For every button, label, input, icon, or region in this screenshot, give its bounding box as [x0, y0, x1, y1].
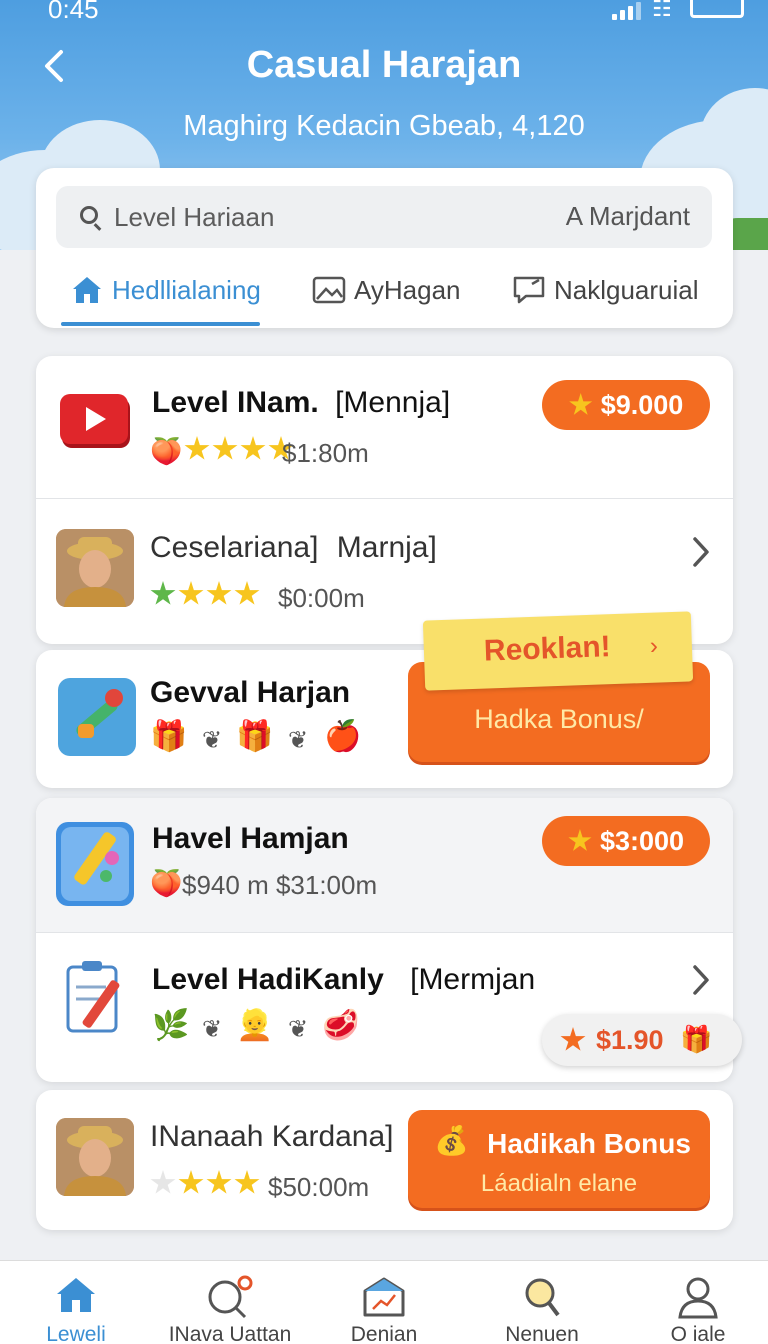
- star-icon: [560, 1027, 586, 1051]
- wifi-icon: ☷: [652, 0, 672, 21]
- chevron-right-icon[interactable]: [690, 963, 712, 997]
- bonus-button[interactable]: 💰 Hadikah Bonus Láadialn elane: [408, 1110, 710, 1208]
- row-title: INanaah Kardana]: [150, 1120, 394, 1153]
- chevron-right-icon: ›: [649, 632, 659, 660]
- star-icon: [206, 581, 232, 605]
- list-item[interactable]: Level INam. [Mennja] 🍑 $1:80m $9.000: [36, 356, 733, 498]
- magnifier-icon: [525, 1278, 560, 1317]
- row-title: Level HadiKanly [Mermjan: [152, 963, 536, 996]
- row-meta: $940 m $31:00m: [182, 870, 378, 900]
- image-icon: [312, 276, 346, 304]
- page-subtitle: Maghirg Kedacin Gbeab, 4,120: [183, 110, 585, 142]
- tab-home[interactable]: Hedllialaning: [70, 270, 261, 310]
- row-title: Havel Hamjan: [152, 822, 349, 855]
- chevron-right-icon[interactable]: [690, 535, 712, 569]
- star-icon: [178, 1170, 204, 1194]
- star-icon: [234, 1170, 260, 1194]
- search-notification-icon: [208, 1275, 253, 1319]
- reward-pill[interactable]: $1.90 🎁: [542, 1014, 742, 1066]
- star-icon: [240, 436, 266, 460]
- dumpling-icon: 🥩: [322, 1009, 360, 1042]
- status-time: 0:45: [48, 0, 99, 24]
- active-tab-indicator: [61, 322, 260, 326]
- row-title: Ceselariana] Marnja]: [150, 531, 437, 564]
- sparkle-icon: ❦: [288, 1016, 309, 1043]
- star-icon: [569, 393, 593, 415]
- sparkle-icon: ❦: [202, 727, 223, 754]
- level-card: Level INam. [Mennja] 🍑 $1:80m $9.000 Ces…: [36, 356, 733, 644]
- rating-stars: [150, 1170, 260, 1196]
- star-icon: [234, 581, 260, 605]
- battery-icon: [690, 0, 744, 18]
- level-card[interactable]: INanaah Kardana] $50:00m 💰 Hadikah Bonus…: [36, 1090, 733, 1230]
- star-icon: [150, 581, 176, 605]
- rating-stars: [150, 581, 260, 607]
- star-icon: [212, 436, 238, 460]
- fruit-icon: 🍑: [150, 868, 183, 898]
- nav-nenuen[interactable]: Nenuen: [472, 1261, 612, 1344]
- home-icon: [57, 1278, 95, 1312]
- price-badge[interactable]: $3:000: [542, 816, 710, 866]
- search-input[interactable]: [114, 201, 454, 233]
- tab-label: Naklguaruial: [554, 274, 699, 305]
- profile-icon: [678, 1277, 718, 1319]
- avatar: [56, 1118, 134, 1196]
- list-item[interactable]: Havel Hamjan 🍑 $940 m $31:00m $3:000: [36, 798, 733, 932]
- bottom-nav: Leweli INava Uattan Denian Nenuen O iale: [0, 1260, 768, 1344]
- star-icon: [206, 1170, 232, 1194]
- reward-ribbon-button[interactable]: Reoklan! ›: [422, 611, 694, 691]
- row-meta: $0:00m: [278, 583, 365, 613]
- nav-denian[interactable]: Denian: [314, 1261, 454, 1344]
- flowers-icon: 🌿: [152, 1009, 190, 1042]
- pencil-app-icon: [56, 822, 134, 906]
- star-icon: [184, 436, 210, 460]
- search-bar[interactable]: A Marjdant: [56, 186, 712, 248]
- home-icon: [73, 277, 101, 303]
- fruit-icon: 🍑: [150, 436, 183, 466]
- tab-label: AyHagan: [354, 274, 461, 305]
- tab-messages[interactable]: Naklguaruial: [512, 270, 699, 310]
- rating-stars: [184, 436, 294, 462]
- video-play-icon: [60, 394, 130, 448]
- star-icon: [150, 1170, 176, 1194]
- character-icon: 👱: [236, 1009, 274, 1042]
- row-meta: $50:00m: [268, 1172, 370, 1202]
- sparkle-icon: ❦: [202, 1016, 223, 1043]
- star-icon: [568, 829, 592, 851]
- page-title: Casual Harajan: [246, 44, 522, 86]
- row-meta: $1:80m: [282, 438, 369, 468]
- clipboard-pencil-icon: [66, 961, 120, 1033]
- apple-icon: 🍎: [324, 720, 362, 753]
- price-badge[interactable]: $9.000: [542, 380, 710, 430]
- star-icon: [178, 581, 204, 605]
- gift-box-icon: 🎁: [236, 720, 274, 753]
- message-icon: [513, 276, 545, 304]
- status-bar: 0:45 ☷: [0, 0, 768, 24]
- gift-icon: 🎁: [150, 720, 188, 753]
- tools-icon: [58, 678, 136, 756]
- nav-home[interactable]: Leweli: [6, 1261, 146, 1344]
- nav-profile[interactable]: O iale: [628, 1261, 768, 1344]
- house-chart-icon: [363, 1277, 405, 1317]
- search-filter-label[interactable]: A Marjdant: [566, 201, 690, 232]
- tab-label: Hedllialaning: [112, 274, 261, 305]
- avatar: [56, 529, 134, 607]
- search-icon: [80, 206, 98, 224]
- row-title: Level INam. [Mennja]: [152, 386, 451, 419]
- tab-gallery[interactable]: AyHagan: [312, 270, 461, 310]
- row-title: Gevval Harjan: [150, 676, 351, 709]
- signal-icon: [612, 2, 641, 20]
- gift-icon: 🎁: [680, 1024, 713, 1054]
- sparkle-icon: ❦: [288, 727, 309, 754]
- nav-search-notifications[interactable]: INava Uattan: [160, 1261, 300, 1344]
